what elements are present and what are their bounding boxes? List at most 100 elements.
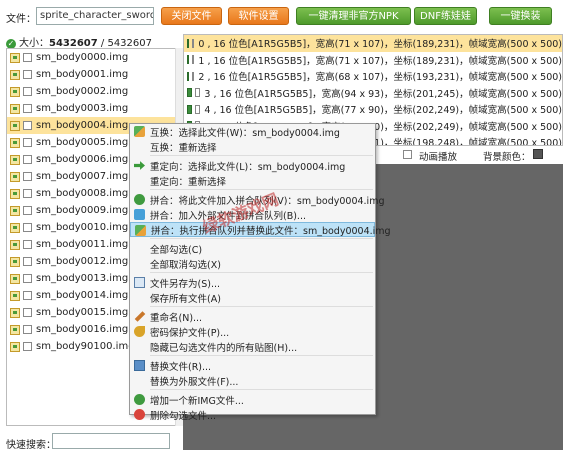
- menu-item[interactable]: 保存所有文件(A): [130, 290, 375, 305]
- context-menu: 互换：选择此文件(W)：sm_body0004.img 互换：重新选择重定向：选择…: [129, 123, 391, 422]
- file-name: sm_body0003.img: [36, 103, 129, 114]
- menu-item[interactable]: 全部勾选(C): [130, 241, 375, 256]
- close-file-button[interactable]: 关闭文件: [161, 7, 222, 25]
- file-checkbox[interactable]: [23, 308, 32, 317]
- frame-checkbox[interactable]: [192, 38, 195, 48]
- menu-item-label: 全部勾选(C): [150, 244, 203, 256]
- menu-item[interactable]: 互换：选择此文件(W)：sm_body0004.img: [130, 124, 375, 139]
- menu-item[interactable]: 重命名(N)...: [130, 309, 375, 324]
- anim-label: 动画播放: [419, 152, 458, 163]
- menu-item[interactable]: 替换为外服文件(F)...: [130, 373, 375, 388]
- frame-info: 0 , 16 位色[A1R5G5B5]，宽高(71 x 107)，坐标(189,…: [198, 39, 562, 51]
- menu-item[interactable]: 拼合：执行拼合队列并替换此文件：sm_body0004.img: [130, 222, 391, 237]
- file-checkbox[interactable]: [23, 53, 32, 62]
- file-checkbox[interactable]: [23, 155, 32, 164]
- bg-color-swatch[interactable]: [533, 149, 543, 159]
- file-name: sm_body0013.img: [36, 273, 129, 284]
- search-input[interactable]: [52, 433, 170, 449]
- frame-icon: [187, 55, 190, 65]
- menu-item[interactable]: 拼合：加入外部文件到拼合队列(B)...: [130, 207, 375, 222]
- file-checkbox[interactable]: [23, 257, 32, 266]
- frame-item[interactable]: 0 , 16 位色[A1R5G5B5]，宽高(71 x 107)，坐标(189,…: [184, 35, 562, 52]
- file-checkbox[interactable]: [23, 291, 32, 300]
- file-name: sm_body0004.img: [36, 120, 129, 131]
- frame-item[interactable]: 4 , 16 位色[A1R5G5B5]，宽高(77 x 90)，坐标(202,2…: [184, 101, 562, 118]
- file-name: sm_body0014.img: [36, 290, 129, 301]
- file-name: sm_body0012.img: [36, 256, 129, 267]
- one-key-outfit-button[interactable]: 一键换装: [489, 7, 552, 25]
- frame-checkbox[interactable]: [192, 71, 195, 81]
- menu-item[interactable]: 重定向：选择此文件(L)：sm_body0004.img: [130, 158, 375, 173]
- frame-checkbox[interactable]: [195, 88, 201, 98]
- menu-item[interactable]: 替换文件(R)...: [130, 358, 375, 373]
- frame-icon: [187, 71, 190, 81]
- menu-item[interactable]: 删除勾选文件...: [130, 407, 375, 422]
- file-name: sm_body0016.img: [36, 324, 129, 335]
- menu-item[interactable]: 拼合：将此文件加入拼合队列(V)：sm_body0004.img: [130, 192, 384, 207]
- file-name: sm_body0009.img: [36, 205, 129, 216]
- menu-item-label: 密码保护文件(P)...: [150, 327, 230, 339]
- file-label: 文件：: [6, 14, 36, 25]
- file-path-input[interactable]: sprite_character_swordma: [36, 7, 154, 25]
- img-file-icon: [10, 256, 20, 267]
- file-checkbox[interactable]: [23, 206, 32, 215]
- file-checkbox[interactable]: [23, 274, 32, 283]
- menu-item[interactable]: 互换：重新选择: [130, 139, 375, 154]
- frame-icon: [187, 38, 190, 48]
- file-checkbox[interactable]: [23, 172, 32, 181]
- img-file-item[interactable]: sm_body0002.img: [7, 83, 175, 100]
- file-checkbox[interactable]: [23, 70, 32, 79]
- file-checkbox[interactable]: [23, 104, 32, 113]
- file-checkbox[interactable]: [23, 87, 32, 96]
- menu-item[interactable]: 增加一个新IMG文件...: [130, 392, 375, 407]
- toolbar: 文件： sprite_character_swordma 关闭文件 软件设置 一…: [0, 0, 570, 30]
- menu-item[interactable]: 隐藏已勾选文件内的所有贴图(H)...: [130, 339, 375, 354]
- frame-item[interactable]: 2 , 16 位色[A1R5G5B5]，宽高(68 x 107)，坐标(193,…: [184, 68, 562, 85]
- img-file-item[interactable]: sm_body0001.img: [7, 66, 175, 83]
- dnf-doll-button[interactable]: DNF练娃娃: [414, 7, 477, 25]
- img-file-item[interactable]: sm_body0003.img: [7, 100, 175, 117]
- file-checkbox[interactable]: [23, 325, 32, 334]
- img-file-item[interactable]: sm_body0000.img: [7, 49, 175, 66]
- menu-item-label: 替换为外服文件(F)...: [150, 376, 239, 388]
- file-checkbox[interactable]: [23, 240, 32, 249]
- file-checkbox[interactable]: [23, 223, 32, 232]
- frame-checkbox[interactable]: [195, 104, 201, 114]
- menu-item-label: 隐藏已勾选文件内的所有贴图(H)...: [150, 342, 298, 354]
- menu-item-label: 拼合：加入外部文件到拼合队列(B)...: [150, 210, 306, 222]
- img-file-icon: [10, 52, 20, 63]
- img-file-icon: [10, 341, 20, 352]
- file-name: sm_body0006.img: [36, 154, 129, 165]
- menu-item-label: 重定向：选择此文件(L)：sm_body0004.img: [150, 161, 346, 173]
- clean-npk-button[interactable]: 一键清理非官方NPK: [296, 7, 411, 25]
- size-info: ✓ 大小：5432607 / 5432607: [6, 34, 152, 49]
- menu-item[interactable]: 重定向：重新选择: [130, 173, 375, 188]
- img-file-icon: [10, 307, 20, 318]
- menu-item-label: 互换：选择此文件(W)：sm_body0004.img: [150, 127, 340, 139]
- frame-info: 2 , 16 位色[A1R5G5B5]，宽高(68 x 107)，坐标(193,…: [198, 72, 562, 84]
- img-file-icon: [10, 290, 20, 301]
- anim-checkbox[interactable]: [403, 150, 412, 159]
- frame-item[interactable]: 3 , 16 位色[A1R5G5B5]，宽高(94 x 93)，坐标(201,2…: [184, 85, 562, 102]
- menu-item[interactable]: 密码保护文件(P)...: [130, 324, 375, 339]
- file-checkbox[interactable]: [23, 121, 32, 130]
- menu-item-label: 替换文件(R)...: [150, 361, 212, 373]
- file-name: sm_body0011.img: [36, 239, 129, 250]
- menu-item[interactable]: 全部取消勾选(X): [130, 256, 375, 271]
- settings-button[interactable]: 软件设置: [228, 7, 289, 25]
- menu-item-label: 重命名(N)...: [150, 312, 203, 324]
- frame-item[interactable]: 1 , 16 位色[A1R5G5B5]，宽高(71 x 107)，坐标(189,…: [184, 52, 562, 69]
- img-file-icon: [10, 324, 20, 335]
- file-checkbox[interactable]: [23, 342, 32, 351]
- frame-checkbox[interactable]: [192, 55, 195, 65]
- add-circle-icon: [134, 394, 145, 405]
- img-file-icon: [10, 69, 20, 80]
- delete-circle-icon: [134, 409, 145, 420]
- image-icon: [134, 360, 145, 371]
- file-name: sm_body0007.img: [36, 171, 129, 182]
- menu-item[interactable]: 文件另存为(S)...: [130, 275, 375, 290]
- frame-icon: [187, 104, 193, 114]
- file-checkbox[interactable]: [23, 138, 32, 147]
- swap-icon: [134, 126, 145, 137]
- file-checkbox[interactable]: [23, 189, 32, 198]
